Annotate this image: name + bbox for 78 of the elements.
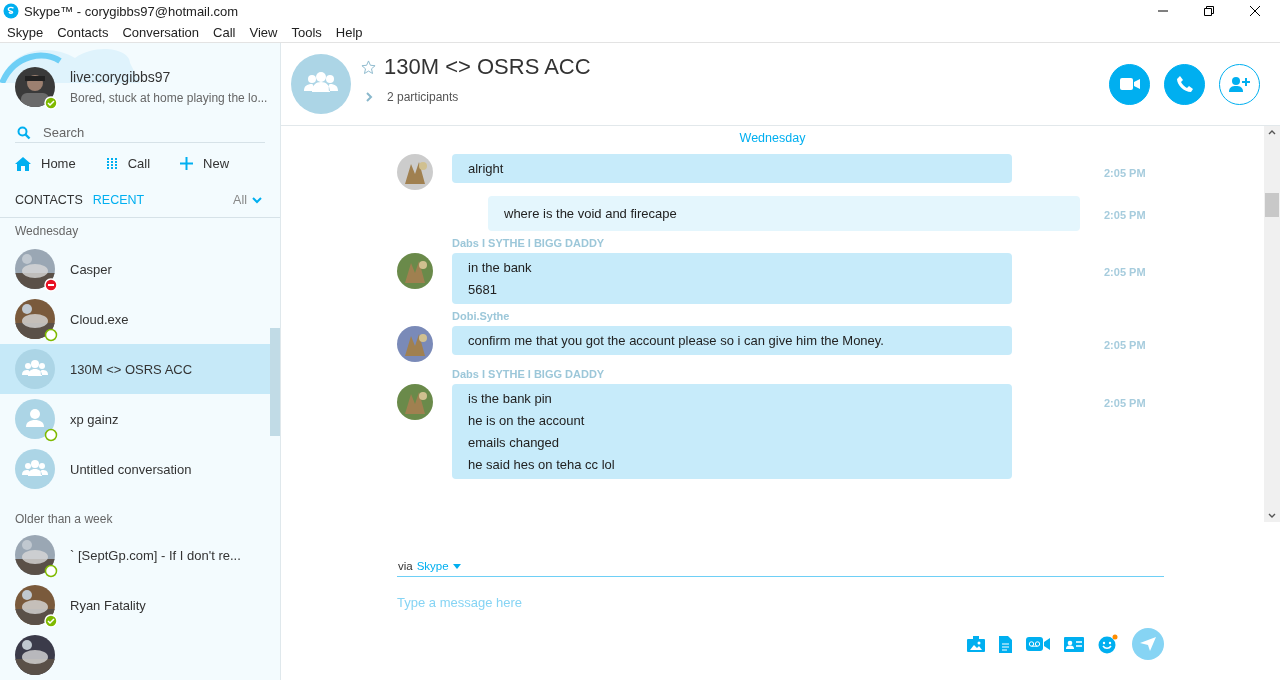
recent-item[interactable]: xp gainz — [0, 394, 270, 444]
participants-count[interactable]: 2 participants — [387, 90, 459, 104]
phone-icon — [1175, 75, 1194, 93]
send-icon — [1140, 637, 1156, 651]
scroll-down-icon[interactable] — [1268, 513, 1276, 518]
search-icon — [17, 125, 31, 140]
group-avatar-icon — [15, 349, 55, 389]
image-icon[interactable] — [967, 636, 985, 652]
menu-item[interactable]: Contacts — [52, 24, 114, 40]
message-text: he is on the account — [468, 413, 586, 428]
menu-item[interactable]: Conversation — [117, 24, 205, 40]
message-time: 2:05 PM — [1104, 396, 1147, 409]
video-camera-icon — [1119, 78, 1140, 90]
message-text: in the bank — [468, 260, 533, 275]
skype-logo-icon — [3, 3, 19, 19]
group-avatar-icon — [15, 449, 55, 489]
recent-item[interactable]: Casper — [0, 244, 270, 294]
scroll-up-icon[interactable] — [1268, 130, 1276, 135]
message-text: 5681 — [468, 282, 498, 297]
menu-item[interactable]: View — [244, 24, 283, 40]
chevron-right-icon[interactable] — [366, 92, 373, 102]
mood-message[interactable]: Bored, stuck at home playing the lo... — [70, 91, 268, 105]
scrollbar-thumb[interactable] — [1265, 193, 1279, 217]
conversation-title: 130M <> OSRS ACC — [384, 54, 591, 80]
profile-name[interactable]: live:corygibbs97 — [70, 69, 268, 85]
caret-icon — [452, 563, 461, 569]
call-button[interactable] — [1164, 63, 1205, 105]
recent-item[interactable]: 130M <> OSRS ACC — [0, 344, 270, 394]
menu-item[interactable]: Help — [330, 24, 368, 40]
section-heading: Older than a week — [14, 511, 114, 528]
recent-item[interactable]: Cloud.exe — [0, 294, 270, 344]
star-icon[interactable] — [361, 59, 376, 75]
nav-button[interactable]: Call — [105, 156, 151, 171]
message-time: 2:05 PM — [1104, 166, 1147, 179]
person-avatar-icon — [15, 399, 55, 439]
recent-item[interactable]: Untitled conversation — [0, 444, 270, 494]
group-avatar-icon — [291, 54, 351, 114]
add-person-icon — [1228, 76, 1251, 92]
day-divider: Wednesday — [739, 131, 806, 145]
file-icon[interactable] — [999, 635, 1012, 653]
message-text: is the bank pin — [468, 391, 553, 406]
menu-item[interactable]: Call — [208, 24, 241, 40]
close-icon[interactable] — [1250, 6, 1260, 16]
scrollbar-thumb[interactable] — [270, 328, 280, 436]
message-time: 2:05 PM — [1104, 208, 1147, 221]
emoticon-icon[interactable] — [1098, 634, 1118, 654]
nav-button[interactable]: New — [180, 156, 230, 171]
sender-name: Dabs I SYTHE I BIGG DADDY — [451, 237, 606, 251]
recent-item[interactable]: ` [SeptGp.com] - If I don't re... — [0, 530, 270, 580]
window-title: Skype™ - corygibbs97@hotmail.com — [24, 3, 239, 19]
home-icon — [15, 156, 31, 171]
dialpad-icon — [105, 157, 118, 170]
message-text: confirm me that you got the account please so i can give him the Money. — [468, 333, 885, 348]
add-participant-button[interactable] — [1219, 63, 1260, 105]
chevron-down-icon — [252, 196, 262, 204]
menu-item[interactable]: Tools — [286, 24, 327, 40]
nav-button[interactable]: Home — [15, 156, 76, 171]
message-text: he said hes on teha cc lol — [468, 457, 616, 472]
search-field[interactable]: Search — [41, 124, 245, 141]
message-text: emails changed — [468, 435, 561, 450]
restore-icon[interactable] — [1204, 6, 1214, 16]
filter-dropdown[interactable]: All — [233, 193, 262, 207]
message-time: 2:05 PM — [1104, 338, 1147, 351]
sender-name: Dabs I SYTHE I BIGG DADDY — [451, 368, 606, 382]
via-label: via — [398, 560, 413, 572]
contact-card-icon[interactable] — [1064, 636, 1084, 652]
section-heading: Wednesday — [14, 223, 80, 240]
message-time: 2:05 PM — [1104, 265, 1147, 278]
send-button[interactable] — [1132, 628, 1164, 660]
message-text: alright — [468, 161, 505, 176]
message-text: where is the void and firecape — [504, 206, 678, 221]
menu-item[interactable]: Skype — [2, 24, 49, 40]
tab[interactable]: CONTACTS — [15, 193, 83, 207]
recent-item[interactable]: Ryan Fatality — [0, 580, 270, 630]
video-message-icon[interactable] — [1026, 637, 1050, 651]
video-call-button[interactable] — [1109, 63, 1150, 105]
plus-icon — [180, 157, 194, 170]
sender-name: Dobi.Sythe — [451, 310, 511, 324]
